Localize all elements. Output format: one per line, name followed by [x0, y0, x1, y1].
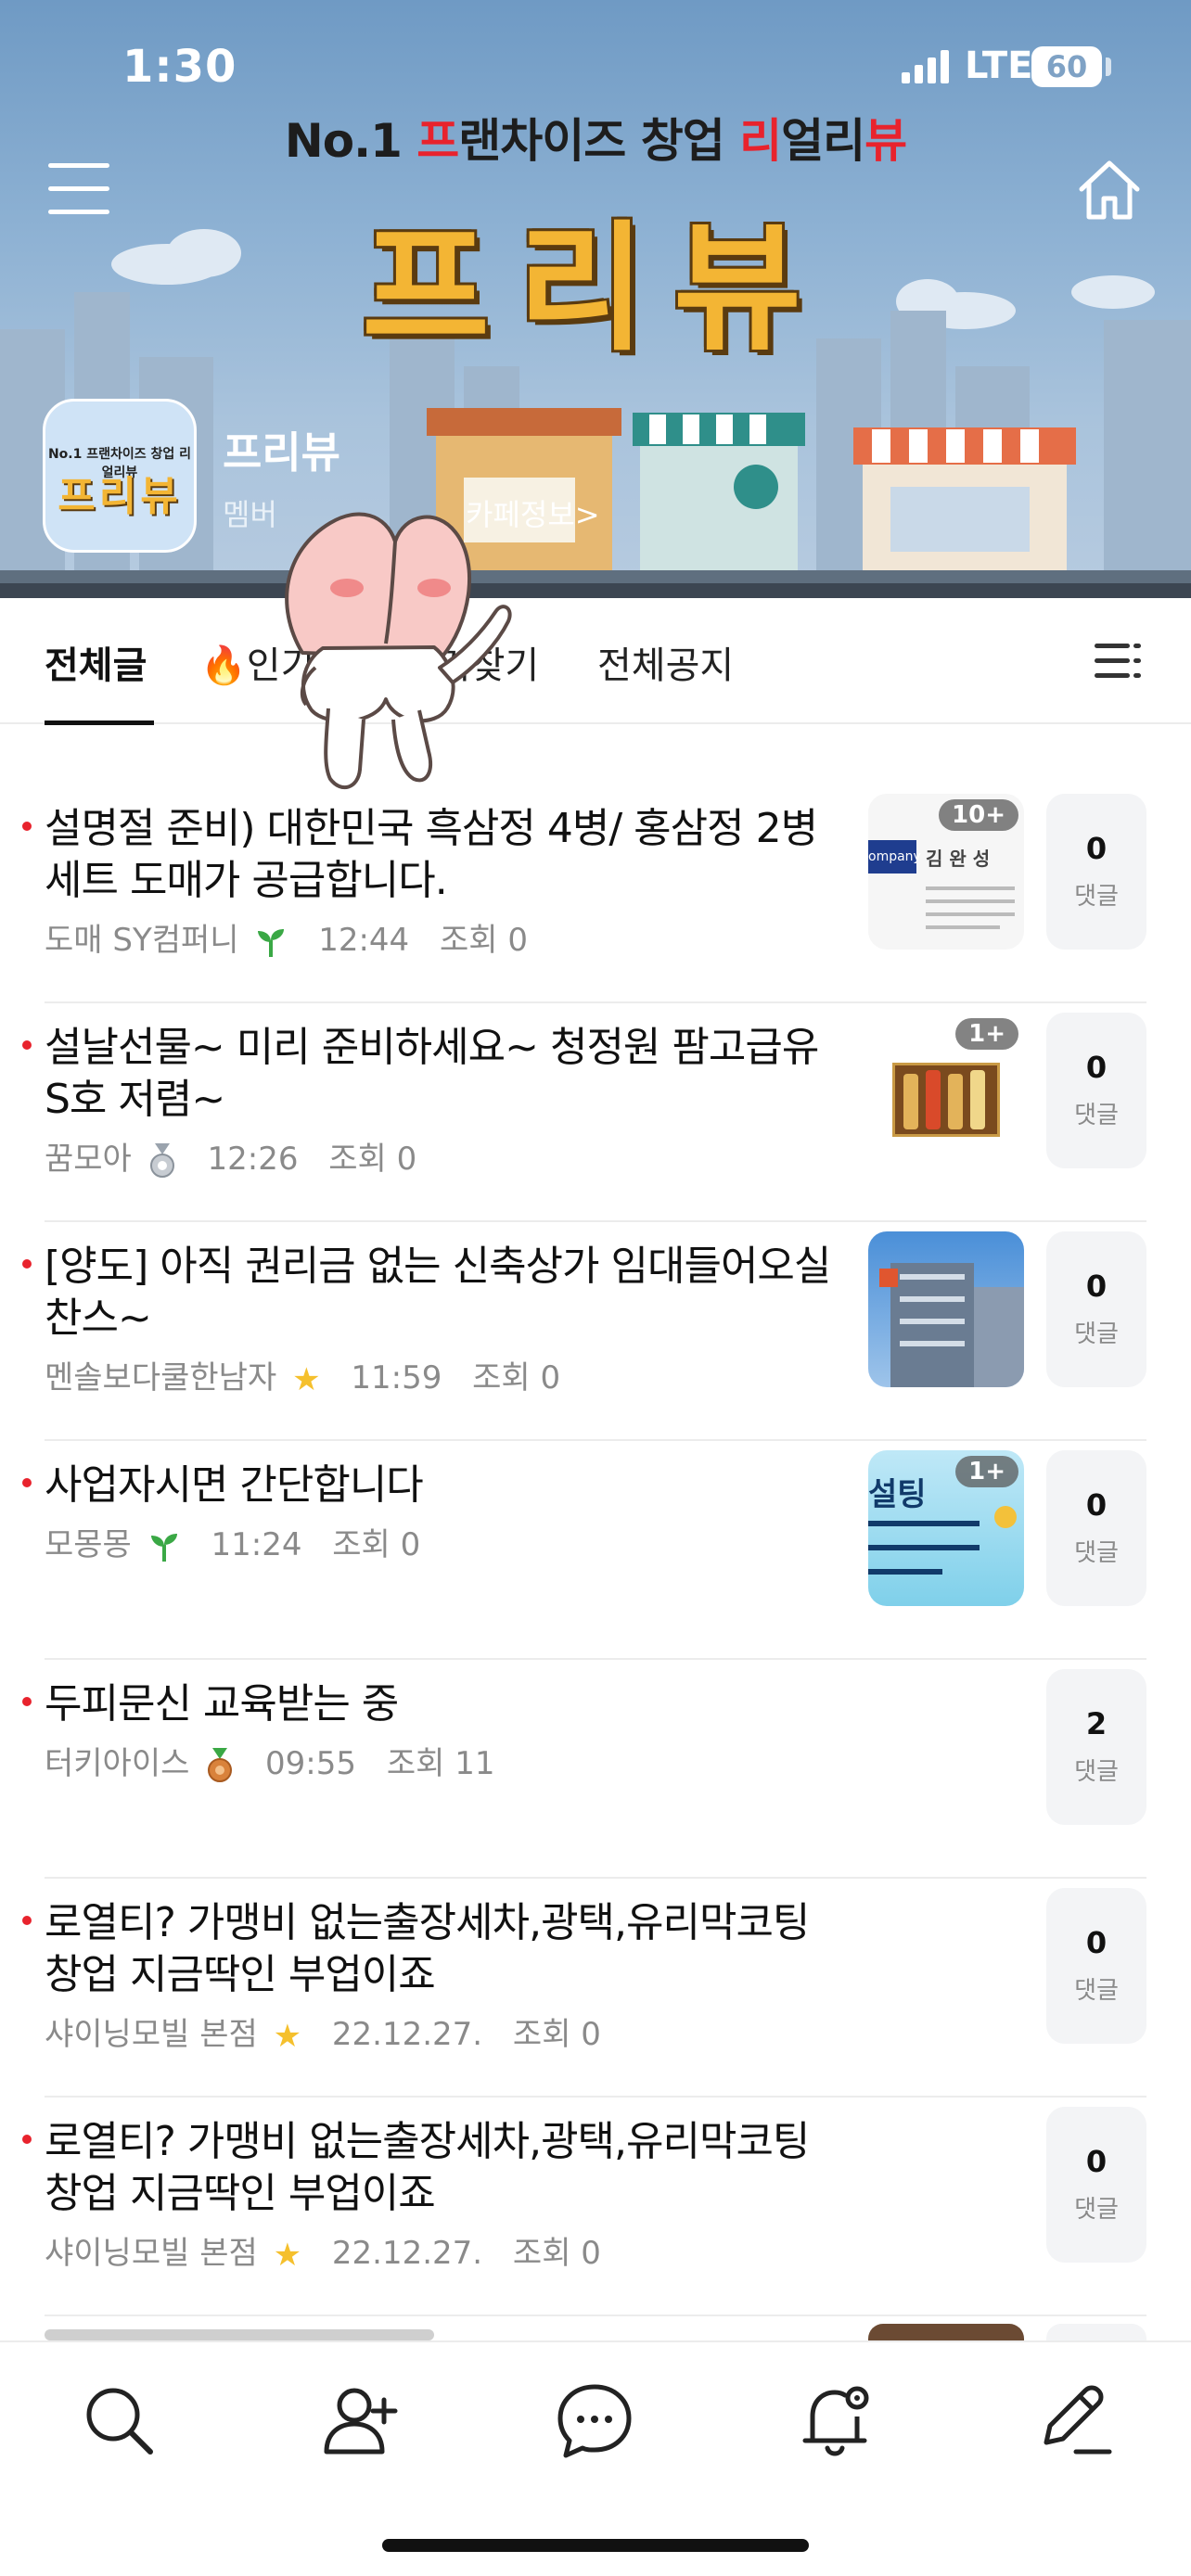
post-author: 터키아이스 [45, 1745, 190, 1782]
post-thumbnail[interactable] [868, 1231, 1024, 1387]
notification-settings-icon[interactable] [794, 2378, 877, 2461]
post-title[interactable]: 두피문신 교육받는 중 [45, 1678, 842, 1730]
post-title[interactable]: 로열티? 가맹비 없는출장세차,광택,유리막코팅 창업 지금딱인 부업이죠 [45, 2116, 842, 2220]
post-item[interactable]: [양도] 아직 권리금 없는 신축상가 임대들어오실 찬스~ 멘솔보다쿨한남자 … [0, 1222, 1191, 1441]
board-tabs: 전체글 🔥인기글 즐겨찾기 전체공지 [0, 598, 1191, 725]
star-icon: ★ [273, 2017, 302, 2055]
comment-count-button[interactable]: 0 댓글 [1046, 1231, 1146, 1387]
post-item[interactable]: 두피문신 교육받는 중 터키아이스 09:55 조회 11 2 댓글 [0, 1660, 1191, 1879]
cafe-info-link[interactable]: 카페정보> [466, 491, 600, 534]
post-thumbnail[interactable]: 설팅 1+ [868, 1450, 1024, 1606]
cafe-members: 멤버 [223, 497, 277, 532]
bottom-navigation [0, 2340, 1191, 2576]
post-item[interactable]: 로열티? 가맹비 없는출장세차,광택,유리막코팅 창업 지금딱인 부업이죠 샤이… [0, 1879, 1191, 2098]
unread-dot [22, 822, 32, 831]
post-author: 샤이닝모빌 본점 [45, 2235, 258, 2272]
post-meta: 멘솔보다쿨한남자 ★ 11:59 조회 0 [45, 1352, 560, 1398]
sprout-icon [258, 928, 285, 957]
cafe-name: 프리뷰 [223, 427, 340, 478]
silver-medal-icon [149, 1142, 174, 1178]
search-icon[interactable] [76, 2378, 160, 2461]
tab-notices[interactable]: 전체공지 [597, 635, 734, 689]
banner-slogan: No.1 프랜차이즈 창업 리얼리뷰 [284, 114, 907, 168]
unread-dot [22, 2135, 32, 2144]
thumbnail-count-badge: 10+ [939, 799, 1018, 831]
post-meta: 도매 SY컴퍼니 12:44 조회 0 [45, 914, 528, 960]
post-time: 22.12.27. [331, 2016, 483, 2053]
post-item[interactable]: 로열티? 가맹비 없는출장세차,광택,유리막코팅 창업 지금딱인 부업이죠 샤이… [0, 2098, 1191, 2316]
sprout-icon [150, 1533, 177, 1562]
post-meta: 샤이닝모빌 본점 ★ 22.12.27. 조회 0 [45, 2009, 601, 2055]
unread-dot [22, 1916, 32, 1925]
post-item[interactable]: 사업자시면 간단합니다 모몽몽 11:24 조회 0 설팅 1+ 0 댓글 [0, 1441, 1191, 1660]
unread-dot [22, 1697, 32, 1706]
post-time: 12:26 [207, 1141, 299, 1178]
post-thumbnail[interactable]: ompany 김 완 성 10+ [868, 794, 1024, 950]
post-thumbnail[interactable]: 1+ [868, 1013, 1024, 1168]
post-time: 12:44 [318, 922, 410, 959]
post-author: 꿈모아 [45, 1141, 132, 1178]
bronze-medal-icon [208, 1747, 233, 1782]
post-views: 조회 0 [512, 2016, 601, 2053]
tab-favorites[interactable]: 즐겨찾기 [403, 635, 539, 689]
cafe-banner: 1:30 LTE 60 No.1 프랜차이즈 창업 리얼리뷰 프리뷰 No.1 … [0, 0, 1191, 598]
post-title[interactable]: 로열티? 가맹비 없는출장세차,광택,유리막코팅 창업 지금딱인 부업이죠 [45, 1897, 842, 2001]
network-label: LTE [965, 45, 1033, 87]
post-item-partial[interactable] [0, 2316, 1191, 2340]
post-meta: 터키아이스 09:55 조회 11 [45, 1738, 494, 1783]
post-views: 조회 0 [512, 2235, 601, 2272]
unread-dot [22, 1040, 32, 1050]
battery-tip [1106, 57, 1111, 76]
cafe-logo[interactable]: No.1 프랜차이즈 창업 리얼리뷰 프리뷰 [43, 399, 197, 553]
post-meta: 모몽몽 11:24 조회 0 [45, 1519, 420, 1564]
list-view-icon[interactable] [1095, 640, 1141, 681]
tab-popular[interactable]: 🔥인기글 [200, 635, 349, 689]
post-views: 조회 0 [439, 922, 528, 959]
star-icon: ★ [292, 1360, 321, 1398]
active-tab-indicator [45, 721, 154, 725]
post-title[interactable]: 사업자시면 간단합니다 [45, 1460, 842, 1511]
post-views: 조회 0 [472, 1359, 561, 1396]
comment-count-button[interactable]: 0 댓글 [1046, 1450, 1146, 1606]
post-time: 09:55 [265, 1745, 357, 1782]
post-meta: 샤이닝모빌 본점 ★ 22.12.27. 조회 0 [45, 2227, 601, 2274]
post-author: 샤이닝모빌 본점 [45, 2016, 258, 2053]
banner-title: 프리뷰 [361, 209, 829, 370]
post-title[interactable]: 설명절 준비) 대한민국 흑삼정 4병/ 홍삼정 2병 세트 도매가 공급합니다… [45, 803, 842, 907]
home-indicator[interactable] [382, 2539, 809, 2552]
unread-dot [22, 1478, 32, 1487]
chat-icon[interactable] [553, 2378, 636, 2461]
thumbnail-count-badge: 1+ [955, 1018, 1018, 1050]
tab-all-posts[interactable]: 전체글 [45, 635, 147, 689]
post-views: 조회 11 [386, 1745, 495, 1782]
post-title[interactable]: 설날선물~ 미리 준비하세요~ 청정원 팜고급유S호 저렴~ [45, 1022, 842, 1126]
post-author: 모몽몽 [45, 1526, 132, 1563]
comment-count-button[interactable]: 0 댓글 [1046, 1013, 1146, 1168]
signal-icon [902, 50, 949, 83]
post-views: 조회 0 [332, 1526, 421, 1563]
comment-count-button[interactable]: 0 댓글 [1046, 1888, 1146, 2044]
post-time: 22.12.27. [331, 2235, 483, 2272]
post-views: 조회 0 [328, 1141, 417, 1178]
post-item[interactable]: 설명절 준비) 대한민국 흑삼정 4병/ 홍삼정 2병 세트 도매가 공급합니다… [0, 784, 1191, 1003]
post-title[interactable]: [양도] 아직 권리금 없는 신축상가 임대들어오실 찬스~ [45, 1241, 842, 1345]
thumbnail-count-badge: 1+ [955, 1456, 1018, 1487]
star-icon: ★ [273, 2236, 302, 2274]
comment-count-button[interactable]: 0 댓글 [1046, 2107, 1146, 2263]
post-time: 11:59 [351, 1359, 442, 1396]
post-author: 멘솔보다쿨한남자 [45, 1359, 277, 1396]
comment-count-button[interactable]: 2 댓글 [1046, 1669, 1146, 1825]
post-author: 도매 SY컴퍼니 [45, 922, 239, 959]
post-time: 11:24 [211, 1526, 302, 1563]
status-time: 1:30 [122, 41, 237, 93]
battery-icon: 60 [1031, 46, 1102, 87]
write-icon[interactable] [1031, 2378, 1115, 2461]
comment-count-button[interactable]: 0 댓글 [1046, 794, 1146, 950]
unread-dot [22, 1259, 32, 1269]
post-meta: 꿈모아 12:26 조회 0 [45, 1133, 416, 1179]
add-member-icon[interactable] [319, 2378, 403, 2461]
post-item[interactable]: 설날선물~ 미리 준비하세요~ 청정원 팜고급유S호 저렴~ 꿈모아 12:26… [0, 1003, 1191, 1222]
